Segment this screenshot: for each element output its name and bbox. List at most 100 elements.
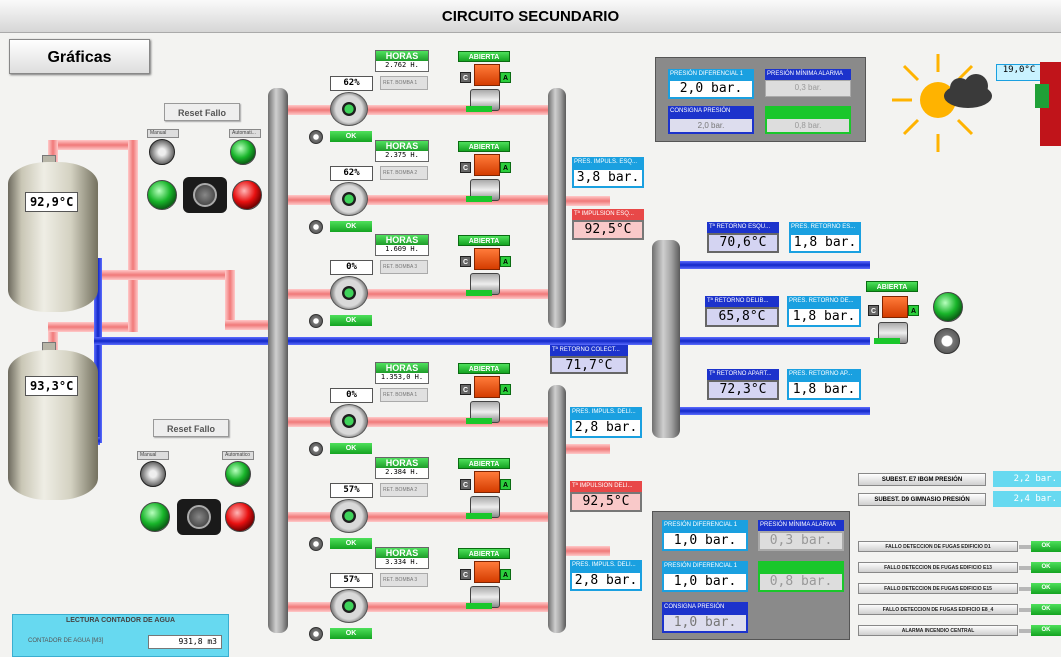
pump-6[interactable] [330, 589, 368, 623]
supply-header-top [548, 88, 566, 328]
pump-speed-4: 0% [330, 388, 373, 403]
run-lamp-1 [147, 180, 177, 210]
fallo-label-2: FALLO DETECCION DE FUGAS EDIFICIO E13 [858, 562, 1018, 573]
valve-a-button-4[interactable]: A [500, 384, 511, 395]
valve-a-button-6[interactable]: A [500, 569, 511, 580]
top-dif-value: 2,0 bar. [668, 79, 754, 99]
valve-status-4: ABIERTA [458, 363, 510, 374]
pump-gear-icon-4[interactable] [309, 442, 323, 456]
valve-arrow-2 [466, 196, 492, 202]
pump-ok-3: OK [330, 315, 372, 326]
valve-a-button-1[interactable]: A [500, 72, 511, 83]
horas-label-5: HORAS [376, 458, 428, 468]
supply-header-bottom [548, 385, 566, 633]
pump-gear-icon-1[interactable] [309, 130, 323, 144]
pump-gear-icon-5[interactable] [309, 537, 323, 551]
return-valve-c-button[interactable]: C [868, 305, 879, 316]
pres-impuls-deli-label: PRES. IMPULS. DELI... [570, 407, 642, 418]
ret-bomba-2: RET. BOMBA 2 [380, 166, 428, 180]
fallo-status-2: OK [1031, 562, 1061, 573]
pump-ok-2: OK [330, 221, 372, 232]
valve-c-button-2[interactable]: C [460, 162, 471, 173]
retorno-esq-pres-label: PRES. RETORNO ES... [789, 222, 861, 233]
valve-actuator-3 [474, 248, 500, 270]
valve-status-6: ABIERTA [458, 548, 510, 559]
ret-bomba-4: RET. BOMBA 1 [380, 388, 428, 402]
valve-a-button-5[interactable]: A [500, 479, 511, 490]
horas-value-3: 1.609 H. [385, 245, 419, 253]
pump-gear-icon-2[interactable] [309, 220, 323, 234]
manual-selector-2[interactable] [140, 461, 166, 487]
bottom-dif2-label: PRESIÓN DIFERENCIAL 1 [662, 561, 748, 572]
top-other-value: 0,8 bar. [765, 117, 851, 134]
pump-speed-3: 0% [330, 260, 373, 275]
pump-3[interactable] [330, 276, 368, 310]
pump-speed-2: 62% [330, 166, 373, 181]
pump-2[interactable] [330, 182, 368, 216]
valve-c-button-1[interactable]: C [460, 72, 471, 83]
ret-bomba-5: RET. BOMBA 2 [380, 483, 428, 497]
top-cons-label: CONSIGNA PRESIÓN [668, 106, 754, 117]
reset-fallo-button-2[interactable]: Reset Fallo [153, 419, 229, 437]
pump-ok-5: OK [330, 538, 372, 549]
top-min-value: 0,3 bar. [765, 80, 851, 97]
horas-value-2: 2.375 H. [385, 151, 419, 159]
pump-ok-1: OK [330, 131, 372, 142]
sun-cloud-icon [892, 54, 992, 152]
retorno-delib-pres-label: PRES. RETORNO DE... [787, 296, 861, 307]
return-valve-a-button[interactable]: A [908, 305, 919, 316]
water-meter-label: CONTADOR DE AGUA [M3] [28, 638, 104, 644]
subest-d9-label: SUBEST. D9 GIMNASIO PRESIÓN [858, 493, 986, 506]
valve-arrow-3 [466, 290, 492, 296]
pres-impuls-esq-label: PRES. IMPULS. ESQ... [572, 157, 644, 168]
valve-a-button-3[interactable]: A [500, 256, 511, 267]
manual-selector-1[interactable] [149, 139, 175, 165]
temp-impulsion-deli-value: 92,5°C [570, 492, 642, 512]
horas-label-6: HORAS [376, 548, 428, 558]
horas-label-3: HORAS [376, 235, 428, 245]
subest-e7-value: 2,2 bar. [993, 471, 1061, 487]
pump-ok-4: OK [330, 443, 372, 454]
valve-a-button-2[interactable]: A [500, 162, 511, 173]
horas-value-6: 3.334 H. [385, 558, 419, 566]
temp-retorno-colector-value: 71,7°C [550, 356, 628, 374]
valve-actuator-2 [474, 154, 500, 176]
pump-gear-icon-3[interactable] [309, 314, 323, 328]
horas-label-4: HORAS [376, 363, 428, 373]
horas-label-2: HORAS [376, 141, 428, 151]
pres-impuls-deli2-value: 2,8 bar. [570, 571, 642, 591]
graficas-button[interactable]: Gráficas [9, 39, 150, 74]
auto-lamp-1 [230, 139, 256, 165]
valve-c-button-6[interactable]: C [460, 569, 471, 580]
valve-arrow-4 [466, 418, 492, 424]
subest-d9-value: 2,4 bar. [993, 491, 1061, 507]
manual-label-2: Manual [137, 451, 169, 460]
return-valve-gear-icon[interactable] [934, 328, 960, 354]
fallo-label-5: ALARMA INCENDIO CENTRAL [858, 625, 1018, 636]
valve-c-button-3[interactable]: C [460, 256, 471, 267]
pump-4[interactable] [330, 404, 368, 438]
mode-selector-2[interactable] [177, 499, 221, 535]
temp-impulsion-esq-label: Tª IMPULSION ESQ... [572, 209, 644, 220]
valve-status-2: ABIERTA [458, 141, 510, 152]
valve-c-button-5[interactable]: C [460, 479, 471, 490]
mode-selector-1[interactable] [183, 177, 227, 213]
pump-5[interactable] [330, 499, 368, 533]
temp-impulsion-esq-value: 92,5°C [572, 220, 644, 240]
valve-c-button-4[interactable]: C [460, 384, 471, 395]
supply-header-left [268, 88, 288, 633]
valve-actuator-6 [474, 561, 500, 583]
valve-actuator-1 [474, 64, 500, 86]
bottom-dif1-label: PRESIÓN DIFERENCIAL 1 [662, 520, 748, 531]
horas-counter-4: HORAS 1.353,0 H. [375, 362, 429, 384]
ret-bomba-6: RET. BOMBA 3 [380, 573, 428, 587]
valve-status-3: ABIERTA [458, 235, 510, 246]
pump-gear-icon-6[interactable] [309, 627, 323, 641]
building-icon-green [1035, 84, 1049, 108]
page-title: CIRCUITO SECUNDARIO [0, 0, 1061, 33]
reset-fallo-button-1[interactable]: Reset Fallo [164, 103, 240, 121]
pump-1[interactable] [330, 92, 368, 126]
top-cons-value: 2,0 bar. [668, 117, 754, 134]
auto-lamp-2 [225, 461, 251, 487]
fault-lamp-2 [225, 502, 255, 532]
